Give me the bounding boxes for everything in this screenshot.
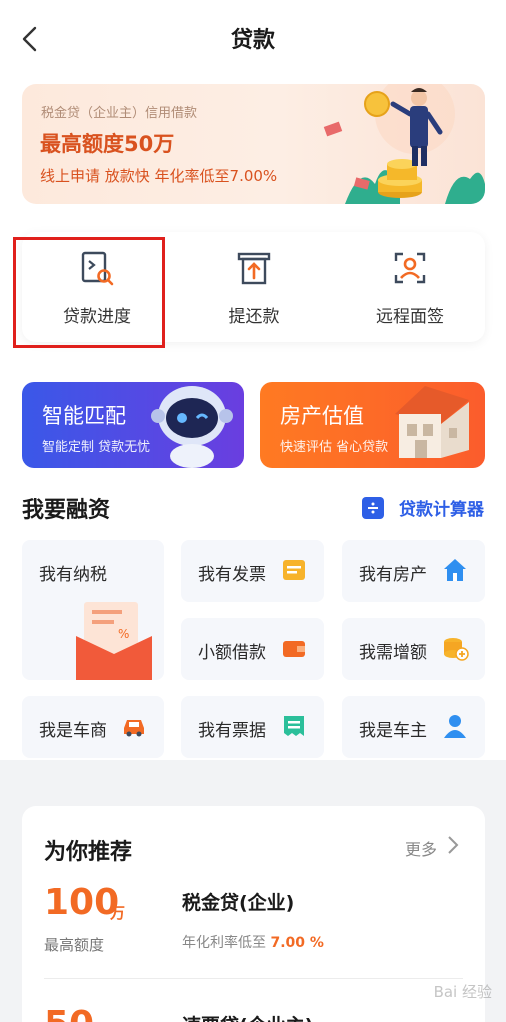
finance-invoice-item[interactable]: 我有发票 xyxy=(181,540,324,602)
finance-small-loan-item[interactable]: 小额借款 xyxy=(181,618,324,680)
promo-title: 智能匹配 xyxy=(42,404,126,428)
house-valuation-card[interactable]: 房产估值 快速评估 省心贷款 xyxy=(260,382,485,468)
robot-icon xyxy=(151,386,233,468)
top-bar: 贷款 xyxy=(0,0,506,78)
banner-subtitle: 税金贷（企业主）信用借款 xyxy=(41,106,198,121)
repay-upload-icon xyxy=(237,252,271,285)
more-link[interactable]: 更多 xyxy=(405,836,437,860)
quick-label: 提还款 xyxy=(228,307,280,327)
promo-title: 房产估值 xyxy=(280,404,364,428)
promo-subtitle: 智能定制 贷款无忧 xyxy=(42,440,151,455)
remote-sign-button[interactable]: 远程面签 xyxy=(335,232,485,342)
finance-label: 我是车主 xyxy=(359,721,427,741)
finance-label: 我有房产 xyxy=(359,565,427,585)
finance-label: 我有发票 xyxy=(198,565,266,585)
product-amount: 50 xyxy=(44,1004,94,1022)
businessman-coins-illustration xyxy=(323,84,485,204)
finance-increase-item[interactable]: 我需增额 xyxy=(342,618,485,680)
finance-label: 小额借款 xyxy=(198,643,266,663)
finance-house-item[interactable]: 我有房产 xyxy=(342,540,485,602)
promo-banner[interactable]: 税金贷（企业主）信用借款 最高额度50万 线上申请 放款快 年化率低至7.00% xyxy=(22,84,485,204)
finance-tax-item[interactable]: 我有纳税 % xyxy=(22,540,164,680)
rate-prefix: 年化利率低至 xyxy=(182,935,266,951)
quick-label: 远程面签 xyxy=(376,307,444,327)
product-amount: 100 xyxy=(44,882,120,923)
page-title: 贷款 xyxy=(230,28,275,53)
product-name[interactable]: 速票贷(企业主) xyxy=(182,1011,313,1022)
loan-page: 贷款 税金贷（企业主）信用借款 最高额度50万 线上申请 放款快 年化率低至7.… xyxy=(0,0,506,1022)
repay-button[interactable]: 提还款 xyxy=(179,232,329,342)
user-icon xyxy=(444,715,466,738)
highlight-box xyxy=(13,237,165,348)
banner-description: 线上申请 放款快 年化率低至7.00% xyxy=(40,167,278,185)
coins-plus-icon xyxy=(444,638,469,661)
tax-envelope-icon: % xyxy=(76,602,152,680)
product-rate: 年化利率低至 7.00 % xyxy=(182,932,324,952)
smart-match-card[interactable]: 智能匹配 智能定制 贷款无忧 xyxy=(22,382,244,468)
house-illustration xyxy=(395,386,469,458)
promo-subtitle: 快速评估 省心贷款 xyxy=(280,440,389,455)
banner-headline: 最高额度50万 xyxy=(40,132,175,156)
watermark: Bai 经验 xyxy=(433,983,492,1001)
svg-text:%: % xyxy=(118,627,129,641)
finance-car-dealer-item[interactable]: 我是车商 xyxy=(22,696,164,758)
loan-calculator-link[interactable]: 贷款计算器 xyxy=(399,495,484,520)
finance-bill-item[interactable]: 我有票据 xyxy=(181,696,324,758)
finance-label: 我有纳税 xyxy=(39,565,107,585)
house-icon xyxy=(444,559,466,581)
product-amount-label: 最高额度 xyxy=(44,936,105,954)
car-icon xyxy=(124,720,144,737)
recommend-card: 为你推荐 更多 100 万 最高额度 税金贷(企业) 年化利率低至 7.00 %… xyxy=(22,806,485,1022)
bill-receipt-icon xyxy=(284,716,304,736)
remote-sign-person-icon xyxy=(394,252,426,284)
finance-car-owner-item[interactable]: 我是车主 xyxy=(342,696,485,758)
finance-label: 我需增额 xyxy=(359,643,427,663)
rate-value: 7.00 % xyxy=(270,935,324,951)
chevron-right-icon[interactable] xyxy=(445,834,461,856)
divider xyxy=(44,978,463,979)
recommend-title: 为你推荐 xyxy=(44,840,133,865)
calculator-icon[interactable] xyxy=(362,497,384,519)
wallet-icon xyxy=(283,641,305,657)
product-name[interactable]: 税金贷(企业) xyxy=(182,888,294,915)
finance-label: 我是车商 xyxy=(39,721,107,741)
financing-title: 我要融资 xyxy=(22,498,111,523)
invoice-icon xyxy=(283,560,305,580)
finance-label: 我有票据 xyxy=(198,721,266,741)
product-amount-unit: 万 xyxy=(110,904,126,922)
